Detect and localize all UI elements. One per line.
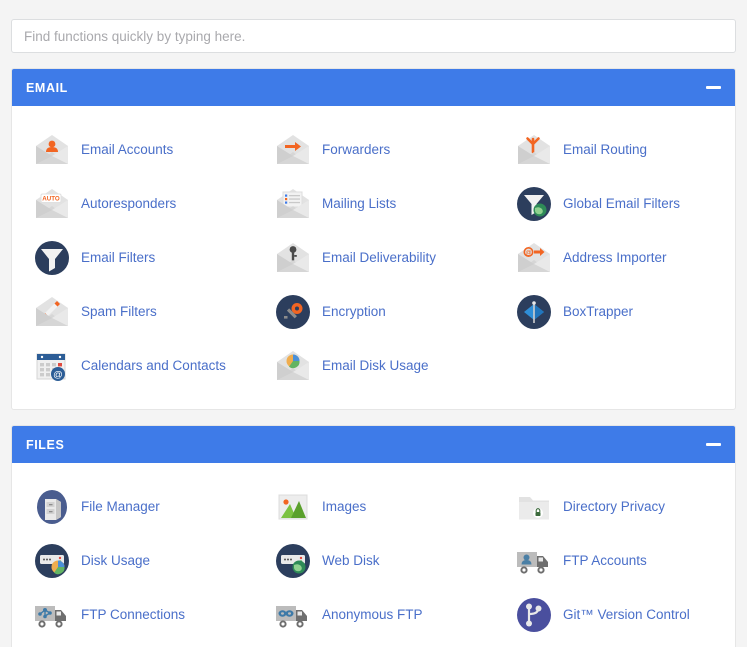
app-item-label: Forwarders <box>321 141 391 157</box>
key-lock-icon <box>273 292 313 332</box>
app-item-encryption[interactable]: Encryption <box>253 285 494 339</box>
envelope-routing-icon <box>514 130 554 170</box>
panel-email-header[interactable]: EMAIL <box>12 69 735 106</box>
envelope-key-icon <box>273 238 313 278</box>
app-item-directory-privacy[interactable]: Directory Privacy <box>494 480 735 534</box>
app-item-label: Web Disk <box>321 552 380 568</box>
app-item-label: Disk Usage <box>81 552 151 568</box>
app-item-label: File Manager <box>81 498 160 514</box>
svg-text:@: @ <box>525 250 531 256</box>
app-item-email-deliverability[interactable]: Email Deliverability <box>253 231 494 285</box>
app-item-email-accounts[interactable]: Email Accounts <box>12 123 253 177</box>
app-item-label: Spam Filters <box>81 303 157 319</box>
search-input[interactable] <box>11 19 736 53</box>
app-item-label: Images <box>321 498 367 514</box>
app-item-label: Global Email Filters <box>562 195 680 211</box>
envelope-list-icon <box>273 184 313 224</box>
truck-network-icon <box>32 595 72 635</box>
cpanel-page: EMAIL Email Accounts Forwarders Email Rout… <box>0 0 747 647</box>
funnel-globe-icon <box>514 184 554 224</box>
app-item-label: Calendars and Contacts <box>81 357 226 373</box>
panel-files-header[interactable]: FILES <box>12 426 735 463</box>
app-item-forwarders[interactable]: Forwarders <box>253 123 494 177</box>
box-trap-icon <box>514 292 554 332</box>
panel-files: FILES File Manager Images Directory Privac… <box>11 425 736 647</box>
envelope-piechart-icon <box>273 346 313 386</box>
search-bar <box>11 0 736 53</box>
app-item-label: FTP Connections <box>81 606 186 622</box>
app-item-label: Encryption <box>321 303 386 319</box>
server-globe-icon <box>273 541 313 581</box>
app-item-label: Mailing Lists <box>321 195 397 211</box>
panel-files-title: FILES <box>26 437 65 452</box>
app-item-global-email-filters[interactable]: Global Email Filters <box>494 177 735 231</box>
app-item-label: Email Disk Usage <box>321 357 429 373</box>
app-item-anonymous-ftp[interactable]: Anonymous FTP <box>253 588 494 642</box>
svg-text:AUTO: AUTO <box>42 196 60 203</box>
app-item-email-filters[interactable]: Email Filters <box>12 231 253 285</box>
app-item-label: Autoresponders <box>81 195 177 211</box>
app-item-disk-usage[interactable]: Disk Usage <box>12 534 253 588</box>
collapse-minus-icon[interactable] <box>706 86 721 89</box>
app-item-autoresponders[interactable]: AUTO Autoresponders <box>12 177 253 231</box>
app-item-email-routing[interactable]: Email Routing <box>494 123 735 177</box>
app-item-label: Email Deliverability <box>321 249 437 265</box>
app-item-ftp-accounts[interactable]: FTP Accounts <box>494 534 735 588</box>
calendar-at-icon: @ <box>32 346 72 386</box>
envelope-arrow-icon <box>273 130 313 170</box>
app-item-boxtrapper[interactable]: BoxTrapper <box>494 285 735 339</box>
folder-lock-icon <box>514 487 554 527</box>
app-item-git-version-control[interactable]: Git™ Version Control <box>494 588 735 642</box>
app-item-label: Anonymous FTP <box>321 606 423 622</box>
collapse-minus-icon[interactable] <box>706 443 721 446</box>
app-item-label: FTP Accounts <box>562 552 647 568</box>
app-item-mailing-lists[interactable]: Mailing Lists <box>253 177 494 231</box>
app-item-calendars-and-contacts[interactable]: @ Calendars and Contacts <box>12 339 253 393</box>
app-item-images[interactable]: Images <box>253 480 494 534</box>
files-items-grid: File Manager Images Directory Privacy Disk … <box>12 480 735 642</box>
funnel-icon <box>32 238 72 278</box>
truck-person-icon <box>514 541 554 581</box>
app-item-label: Email Filters <box>81 249 156 265</box>
app-item-spam-filters[interactable]: Spam Filters <box>12 285 253 339</box>
app-item-ftp-connections[interactable]: FTP Connections <box>12 588 253 642</box>
server-piechart-icon <box>32 541 72 581</box>
app-item-label: Directory Privacy <box>562 498 665 514</box>
photo-mountains-icon <box>273 487 313 527</box>
git-branch-icon <box>514 595 554 635</box>
app-item-address-importer[interactable]: @ Address Importer <box>494 231 735 285</box>
app-item-label: Email Routing <box>562 141 648 157</box>
panel-email: EMAIL Email Accounts Forwarders Email Rout… <box>11 68 736 410</box>
email-items-grid: Email Accounts Forwarders Email Routing AUT… <box>12 123 735 393</box>
app-item-label: Git™ Version Control <box>562 606 690 622</box>
app-item-label: Address Importer <box>562 249 667 265</box>
app-item-email-disk-usage[interactable]: Email Disk Usage <box>253 339 494 393</box>
app-item-file-manager[interactable]: File Manager <box>12 480 253 534</box>
envelope-at-arrow-icon: @ <box>514 238 554 278</box>
app-item-label: BoxTrapper <box>562 303 633 319</box>
app-item-label: Email Accounts <box>81 141 174 157</box>
file-cabinet-icon <box>32 487 72 527</box>
app-item-web-disk[interactable]: Web Disk <box>253 534 494 588</box>
envelope-pencil-icon <box>32 292 72 332</box>
truck-mask-icon <box>273 595 313 635</box>
panel-email-title: EMAIL <box>26 80 68 95</box>
envelope-auto-icon: AUTO <box>32 184 72 224</box>
svg-text:@: @ <box>53 370 63 381</box>
envelope-person-icon <box>32 130 72 170</box>
